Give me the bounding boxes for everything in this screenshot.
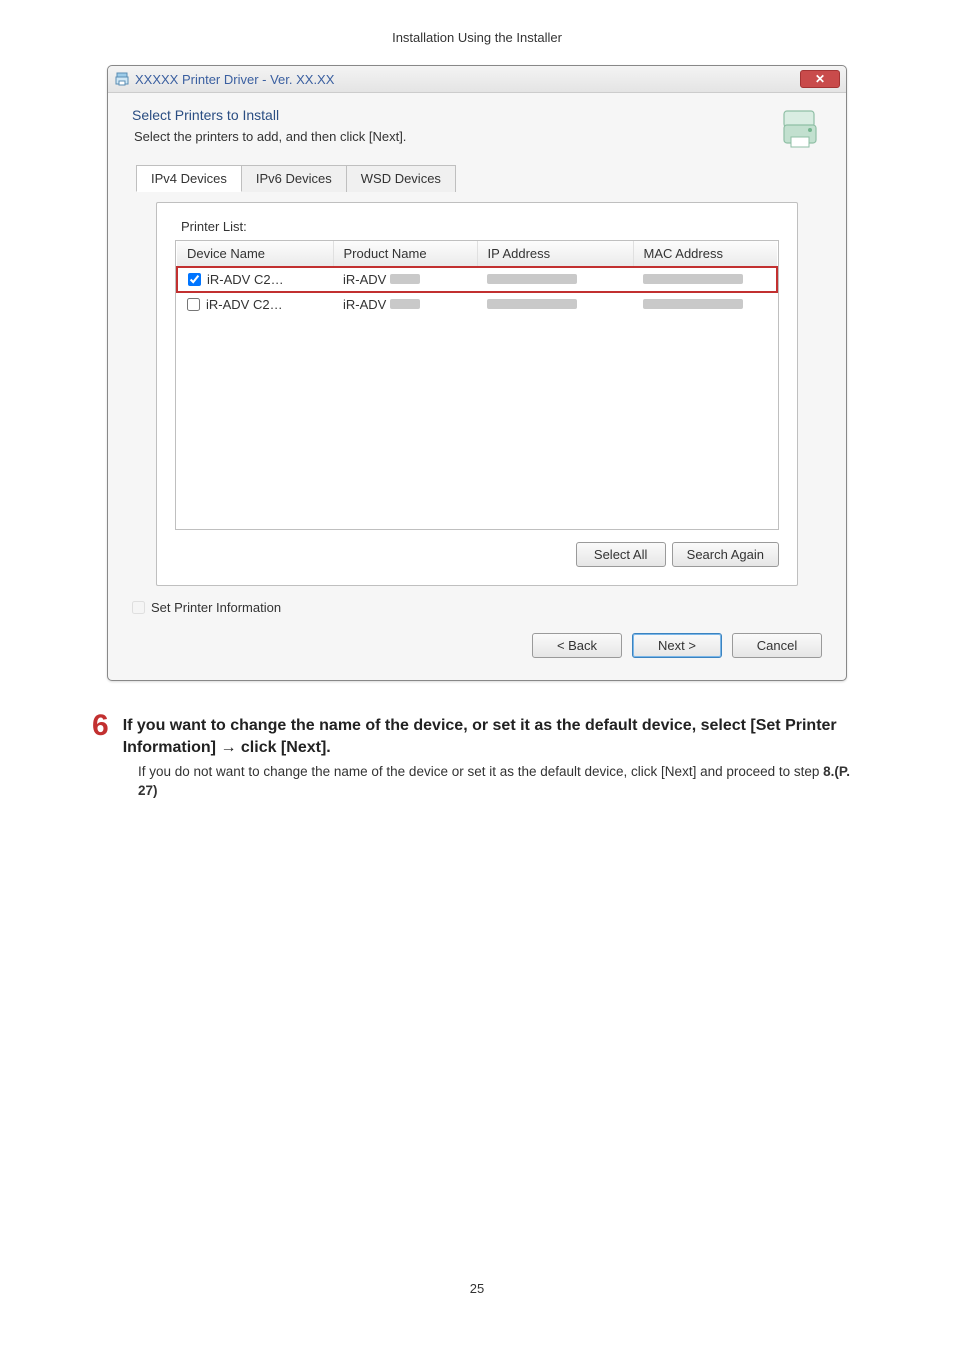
printer-install-icon	[778, 107, 822, 151]
printer-icon	[114, 71, 130, 87]
set-printer-info-checkbox[interactable]	[132, 601, 145, 614]
tab-ipv4[interactable]: IPv4 Devices	[136, 165, 242, 192]
close-button[interactable]: ✕	[800, 70, 840, 88]
set-printer-info-label: Set Printer Information	[151, 600, 281, 615]
step-note: If you do not want to change the name of…	[138, 762, 862, 801]
col-product-name[interactable]: Product Name	[333, 241, 477, 267]
wizard-step-title: Select Printers to Install	[132, 107, 406, 123]
close-icon: ✕	[815, 73, 825, 85]
cancel-button[interactable]: Cancel	[732, 633, 822, 658]
printer-list-label: Printer List:	[181, 219, 779, 234]
search-again-button[interactable]: Search Again	[672, 542, 779, 567]
table-row[interactable]: iR-ADV C2… iR-ADV	[177, 267, 777, 292]
window-title: XXXXX Printer Driver - Ver. XX.XX	[135, 72, 334, 87]
step-number: 6	[92, 711, 109, 741]
redacted-mac	[643, 274, 743, 284]
redacted-text	[390, 274, 420, 284]
col-ip-address[interactable]: IP Address	[477, 241, 633, 267]
titlebar: XXXXX Printer Driver - Ver. XX.XX ✕	[108, 66, 846, 93]
select-all-button[interactable]: Select All	[576, 542, 666, 567]
device-name-cell: iR-ADV C2…	[207, 272, 284, 287]
row-checkbox[interactable]	[187, 298, 200, 311]
back-button[interactable]: < Back	[532, 633, 622, 658]
instruction-step: 6 If you want to change the name of the …	[92, 711, 862, 760]
col-mac-address[interactable]: MAC Address	[633, 241, 777, 267]
installer-window: XXXXX Printer Driver - Ver. XX.XX ✕ Sele…	[107, 65, 847, 681]
redacted-ip	[487, 299, 577, 309]
device-name-cell: iR-ADV C2…	[206, 297, 283, 312]
col-device-name[interactable]: Device Name	[177, 241, 333, 267]
tab-wsd[interactable]: WSD Devices	[346, 165, 456, 192]
product-name-cell: iR-ADV	[343, 272, 386, 287]
table-row[interactable]: iR-ADV C2… iR-ADV	[177, 292, 777, 316]
product-name-cell: iR-ADV	[343, 297, 386, 312]
redacted-mac	[643, 299, 743, 309]
step-text: If you want to change the name of the de…	[123, 711, 862, 760]
tab-ipv6[interactable]: IPv6 Devices	[241, 165, 347, 192]
printer-list-table: Device Name Product Name IP Address MAC …	[175, 240, 779, 530]
device-tabs: IPv4 Devices IPv6 Devices WSD Devices	[136, 164, 822, 191]
redacted-text	[390, 299, 420, 309]
page-number: 25	[60, 1281, 894, 1296]
next-button[interactable]: Next >	[632, 633, 722, 658]
redacted-ip	[487, 274, 577, 284]
row-checkbox[interactable]	[188, 273, 201, 286]
doc-section-header: Installation Using the Installer	[60, 30, 894, 45]
wizard-step-subtitle: Select the printers to add, and then cli…	[134, 129, 406, 144]
